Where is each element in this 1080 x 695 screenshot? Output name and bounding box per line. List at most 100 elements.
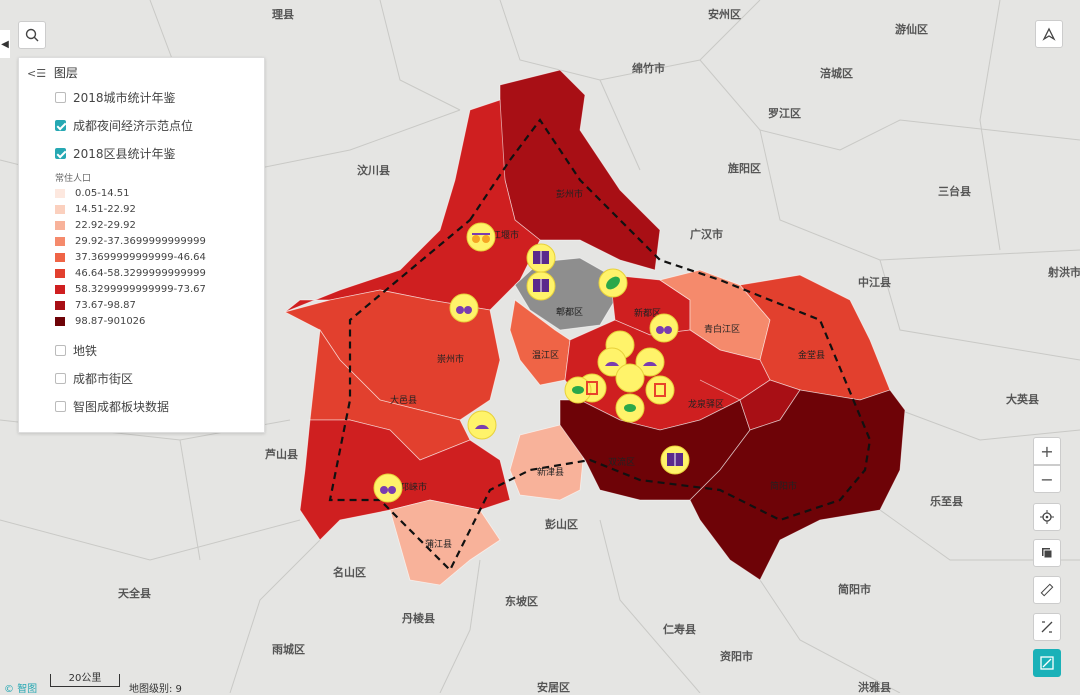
layer-checkbox[interactable] [55,345,66,356]
layer-item[interactable]: 地铁 [55,342,97,359]
place-label: 射洪市 [1047,265,1080,279]
zoom-out-button[interactable]: − [1033,465,1061,493]
layer-item[interactable]: 成都夜间经济示范点位 [55,117,193,134]
legend-swatch [55,205,65,214]
district-label: 大邑县 [390,394,417,406]
legend-item: 29.92-37.3699999999999 [55,236,206,247]
legend-swatch [55,269,65,278]
layer-item[interactable]: 2018城市统计年鉴 [55,89,176,106]
place-label: 旌阳区 [728,161,761,175]
route-button[interactable] [1033,613,1061,641]
layer-label: 2018区县统计年鉴 [73,147,176,161]
layer-panel-title: 图层 [53,66,78,80]
place-label: 简阳市 [838,582,871,596]
district-label: 金堂县 [798,349,825,361]
place-label: 涪城区 [820,66,853,80]
leaf-icon[interactable] [624,404,636,412]
district-label: 青白江区 [704,323,740,335]
book-icon[interactable] [660,445,690,475]
book-icon[interactable] [526,271,556,301]
district-label: 彭州市 [556,188,583,200]
legend-title: 常住人口 [55,174,92,184]
layer-label: 成都夜间经济示范点位 [73,119,194,133]
district-label: 新津县 [537,466,564,478]
district-label: 郫都区 [556,306,583,318]
navigation-icon [1042,27,1056,41]
place-label: 仁寿县 [663,622,696,636]
binoculars-icon[interactable] [449,293,479,323]
brand-name: 智图 [17,684,38,695]
layer-label: 智图成都板块数据 [73,400,170,414]
legend-swatch [55,285,65,294]
legend-item: 58.3299999999999-73.67 [55,284,206,295]
legend-item: 0.05-14.51 [55,188,130,199]
ruler-icon [1040,583,1054,597]
fan-icon[interactable] [467,410,497,440]
district-polygons [283,69,906,586]
leaf-icon[interactable] [572,386,584,394]
layer-panel-header[interactable]: <☰ 图层 [27,64,78,81]
place-label: 绵竹市 [632,61,665,75]
place-label: 芦山县 [265,447,298,461]
layer-checkbox[interactable] [55,120,66,131]
legend-label: 0.05-14.51 [75,188,130,199]
navigation-button[interactable] [1035,20,1063,48]
layer-label: 2018城市统计年鉴 [73,91,176,105]
place-label: 游仙区 [895,22,928,36]
district-label: 龙泉驿区 [688,398,724,410]
layers-icon [1042,548,1053,559]
place-label: 理县 [272,8,294,21]
place-label: 罗江区 [768,106,801,120]
district-label: 简阳市 [770,480,797,492]
layer-label: 成都市街区 [73,372,134,386]
scale-bar: 20公里 [50,674,120,687]
legend-item: 37.3699999999999-46.64 [55,252,206,263]
binoculars-icon[interactable] [649,313,679,343]
legend-item: 46.64-58.3299999999999 [55,268,206,279]
layer-item[interactable]: 成都市街区 [55,370,133,387]
draw-button[interactable] [1033,649,1061,677]
district-dujiangyan[interactable] [284,99,541,313]
search-button[interactable] [18,21,46,49]
district-label: 崇州市 [437,353,464,365]
collapse-arrow-icon[interactable]: ◀ [0,30,10,58]
district-label: 邛崃市 [400,481,427,493]
layer-label: 地铁 [73,344,98,358]
legend-swatch [55,253,65,262]
rugby-ball-icon[interactable] [598,268,628,298]
book-icon[interactable] [526,243,556,273]
scale-label: 20公里 [68,673,102,684]
binoculars-icon[interactable] [373,473,403,503]
legend-label: 29.92-37.3699999999999 [75,236,206,247]
place-label: 雨城区 [272,642,305,656]
layers-button[interactable] [1033,539,1061,567]
layer-checkbox[interactable] [55,148,66,159]
legend-swatch [55,317,65,326]
measure-button[interactable] [1033,576,1061,604]
edit-area-icon [1040,656,1054,670]
layer-checkbox[interactable] [55,401,66,412]
search-icon [25,28,39,42]
legend-label: 22.92-29.92 [75,220,136,231]
zoom-in-button[interactable]: + [1033,437,1061,465]
legend-swatch [55,189,65,198]
crosshair-icon [1040,510,1054,524]
layer-checkbox[interactable] [55,373,66,384]
legend-label: 46.64-58.3299999999999 [75,268,206,279]
place-label: 三台县 [938,184,971,198]
legend-swatch [55,301,65,310]
place-label: 安州区 [708,7,741,21]
layer-item[interactable]: 智图成都板块数据 [55,398,169,415]
collapse-panel-icon[interactable]: <☰ [27,67,46,80]
layer-panel: <☰ 图层 2018城市统计年鉴 成都夜间经济示范点位 2018区县统计年鉴 常… [18,57,265,433]
legend-label: 37.3699999999999-46.64 [75,252,206,263]
layer-item[interactable]: 2018区县统计年鉴 [55,145,176,162]
place-label: 广汉市 [690,227,723,241]
sunglasses-icon[interactable] [466,222,496,252]
place-label: 丹棱县 [402,611,435,625]
layer-checkbox[interactable] [55,92,66,103]
locate-button[interactable] [1033,503,1061,531]
legend-label: 73.67-98.87 [75,300,136,311]
place-label: 天全县 [118,586,151,600]
place-label: 中江县 [858,275,891,289]
